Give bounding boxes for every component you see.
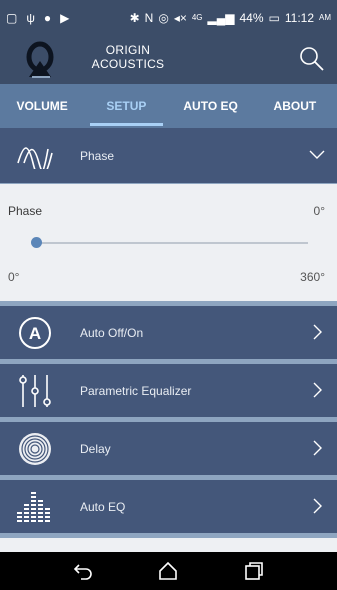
notification-icon: ▢ [6,11,18,25]
menu-item-auto-off-on[interactable]: A Auto Off/On [0,306,337,359]
phase-panel: Phase 0° 0° 360° [0,184,337,301]
menu-item-delay[interactable]: Delay [0,422,337,475]
chevron-right-icon [313,498,322,514]
menu-item-label: Auto EQ [80,499,126,514]
play-icon: ▶ [60,11,70,25]
battery-icon: ▭ [268,11,280,25]
chevron-right-icon [313,440,322,456]
bluetooth-icon: ✱ [129,11,140,25]
menu-item-label: Parametric Equalizer [80,383,192,398]
chevron-right-icon [313,324,322,340]
phase-section-header[interactable]: Phase [0,128,337,183]
phase-wave-icon [17,146,53,169]
phase-title: Phase [8,204,43,218]
delay-rings-icon [19,432,51,465]
clock: 11:12 [284,11,314,25]
mute-icon: ◂× [173,11,187,25]
svg-text:A: A [29,324,41,343]
system-nav-bar [0,552,337,590]
tab-setup[interactable]: SETUP [84,84,168,128]
phase-slider-thumb[interactable] [31,237,42,248]
phase-min-label: 0° [8,270,20,284]
app-header: ORIGIN ACOUSTICS [0,36,337,84]
equalizer-sliders-icon [19,374,51,407]
tab-volume[interactable]: VOLUME [0,84,84,128]
menu-item-label: Delay [80,441,111,456]
origin-acoustics-logo [26,41,54,78]
chevron-down-icon [309,150,325,159]
app-notification-icon: ● [43,11,52,25]
phase-slider-track[interactable] [35,242,308,244]
phase-value: 0° [313,204,325,218]
tab-bar: VOLUME SETUP AUTO EQ ABOUT [0,84,337,128]
battery-percent: 44% [239,11,264,25]
bars-graph-icon [17,491,50,522]
nfc-icon: N [144,11,154,25]
signal-icon: ▂▄▆ [207,11,235,25]
menu-item-auto-eq[interactable]: Auto EQ [0,480,337,533]
menu-item-parametric-equalizer[interactable]: Parametric Equalizer [0,364,337,417]
status-bar: ▢ ψ ● ▶ ✱ N ◎ ◂× 4G ▂▄▆ 44% ▭ 11:12 AM [0,0,337,36]
sync-icon: ◎ [158,11,169,25]
brand-line-1: ORIGIN [105,43,151,57]
menu-item-label: Auto Off/On [80,325,144,340]
tab-about[interactable]: ABOUT [253,84,337,128]
search-icon[interactable] [297,44,327,74]
home-icon[interactable] [156,559,180,583]
brand-name: ORIGIN ACOUSTICS [78,43,178,71]
phase-max-label: 360° [300,270,325,284]
auto-icon: A [19,316,51,349]
network-type: 4G [191,13,203,22]
recent-apps-icon[interactable] [242,559,266,583]
phase-header-label: Phase [80,148,115,163]
brand-line-2: ACOUSTICS [91,57,165,71]
chevron-right-icon [313,382,322,398]
tab-auto-eq[interactable]: AUTO EQ [169,84,253,128]
back-icon[interactable] [71,559,95,583]
list-end-spacer [0,538,337,552]
usb-icon: ψ [26,11,35,25]
clock-ampm: AM [319,13,331,22]
